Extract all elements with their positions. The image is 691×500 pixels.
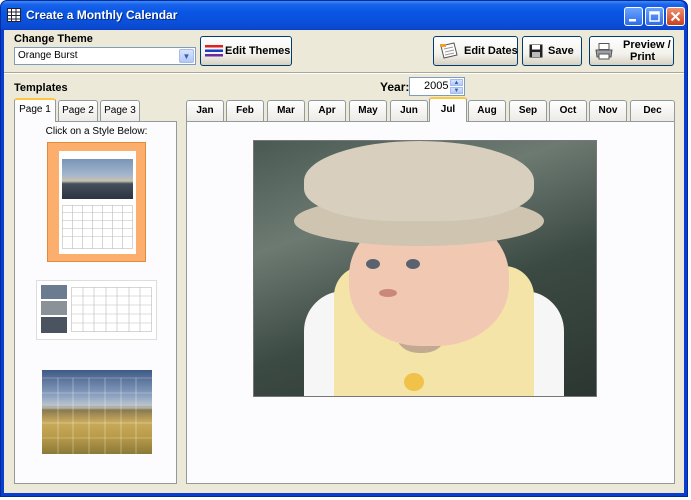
tab-month-jan[interactable]: Jan	[186, 100, 224, 121]
tab-month-mar[interactable]: Mar	[267, 100, 305, 121]
tab-month-apr[interactable]: Apr	[308, 100, 346, 121]
template-thumbnail-side-photos[interactable]	[36, 280, 157, 340]
minimize-icon	[629, 19, 636, 22]
tab-month-jun[interactable]: Jun	[390, 100, 428, 121]
tab-month-aug[interactable]: Aug	[468, 100, 506, 121]
year-value: 2005	[424, 80, 449, 92]
templates-pane: Click on a Style Below:	[14, 121, 177, 484]
template-thumbnail-page	[59, 151, 136, 254]
photo-hat	[304, 141, 534, 221]
toolbar-divider	[4, 72, 684, 74]
chevron-down-icon[interactable]: ▼	[179, 49, 194, 63]
title-bar[interactable]: Create a Monthly Calendar	[1, 1, 685, 29]
photo-eye	[406, 259, 420, 269]
tab-month-feb[interactable]: Feb	[226, 100, 264, 121]
tab-page-2[interactable]: Page 2	[58, 100, 98, 121]
year-spin-buttons: ▲ ▼	[450, 79, 463, 94]
template-thumbnail-grid	[62, 205, 133, 249]
photo-eye	[366, 259, 380, 269]
preview-label-line1: Preview /	[623, 39, 671, 51]
theme-dropdown[interactable]: Orange Burst ▼	[14, 47, 196, 65]
close-button[interactable]	[666, 7, 685, 26]
tab-page-1[interactable]: Page 1	[14, 98, 56, 122]
tab-month-sep[interactable]: Sep	[509, 100, 547, 121]
theme-dropdown-value: Orange Burst	[18, 50, 78, 61]
edit-themes-label: Edit Themes	[225, 45, 291, 57]
preview-print-button[interactable]: Preview / Print	[589, 36, 674, 66]
year-label: Year:	[380, 80, 410, 94]
color-lines-icon	[205, 45, 223, 57]
templates-heading: Templates	[14, 82, 68, 94]
close-icon	[670, 11, 681, 22]
change-theme-label: Change Theme	[14, 33, 93, 45]
maximize-icon	[649, 11, 660, 22]
tab-page-3[interactable]: Page 3	[100, 100, 140, 121]
tab-month-oct[interactable]: Oct	[549, 100, 587, 121]
photo-mouth	[379, 289, 397, 297]
tab-month-dec[interactable]: Dec	[630, 100, 675, 121]
tab-month-may[interactable]: May	[349, 100, 387, 121]
template-thumbnail-landscape-grid	[42, 377, 152, 454]
edit-themes-button[interactable]: Edit Themes	[200, 36, 292, 66]
photo-duck	[404, 373, 424, 391]
tab-month-nov[interactable]: Nov	[589, 100, 627, 121]
template-thumbnail-photo	[62, 159, 133, 199]
maximize-button[interactable]	[645, 7, 664, 26]
year-spinner[interactable]: 2005 ▲ ▼	[409, 77, 465, 96]
calendar-grid-icon	[7, 8, 21, 22]
edit-dates-button[interactable]: Edit Dates	[433, 36, 518, 66]
printer-icon	[595, 43, 613, 60]
save-button[interactable]: Save	[522, 36, 582, 66]
client-area: Change Theme Orange Burst ▼ Edit Themes …	[4, 30, 684, 493]
save-label: Save	[548, 45, 574, 57]
spin-up-icon[interactable]: ▲	[450, 79, 463, 86]
preview-label-line2: Print	[630, 51, 656, 63]
minimize-button[interactable]	[624, 7, 643, 26]
spin-down-icon[interactable]: ▼	[450, 87, 463, 94]
notepad-icon	[440, 42, 458, 59]
floppy-disk-icon	[529, 44, 543, 58]
edit-dates-label: Edit Dates	[464, 45, 518, 57]
month-pane	[186, 121, 675, 484]
template-thumbnail-orange[interactable]	[47, 142, 146, 262]
template-thumbnail-side-photos-art	[41, 285, 152, 333]
template-thumbnail-landscape[interactable]	[42, 370, 152, 454]
tab-month-jul[interactable]: Jul	[429, 97, 467, 122]
month-photo[interactable]	[253, 140, 597, 397]
window-title: Create a Monthly Calendar	[26, 8, 178, 22]
style-instruction: Click on a Style Below:	[45, 126, 148, 137]
